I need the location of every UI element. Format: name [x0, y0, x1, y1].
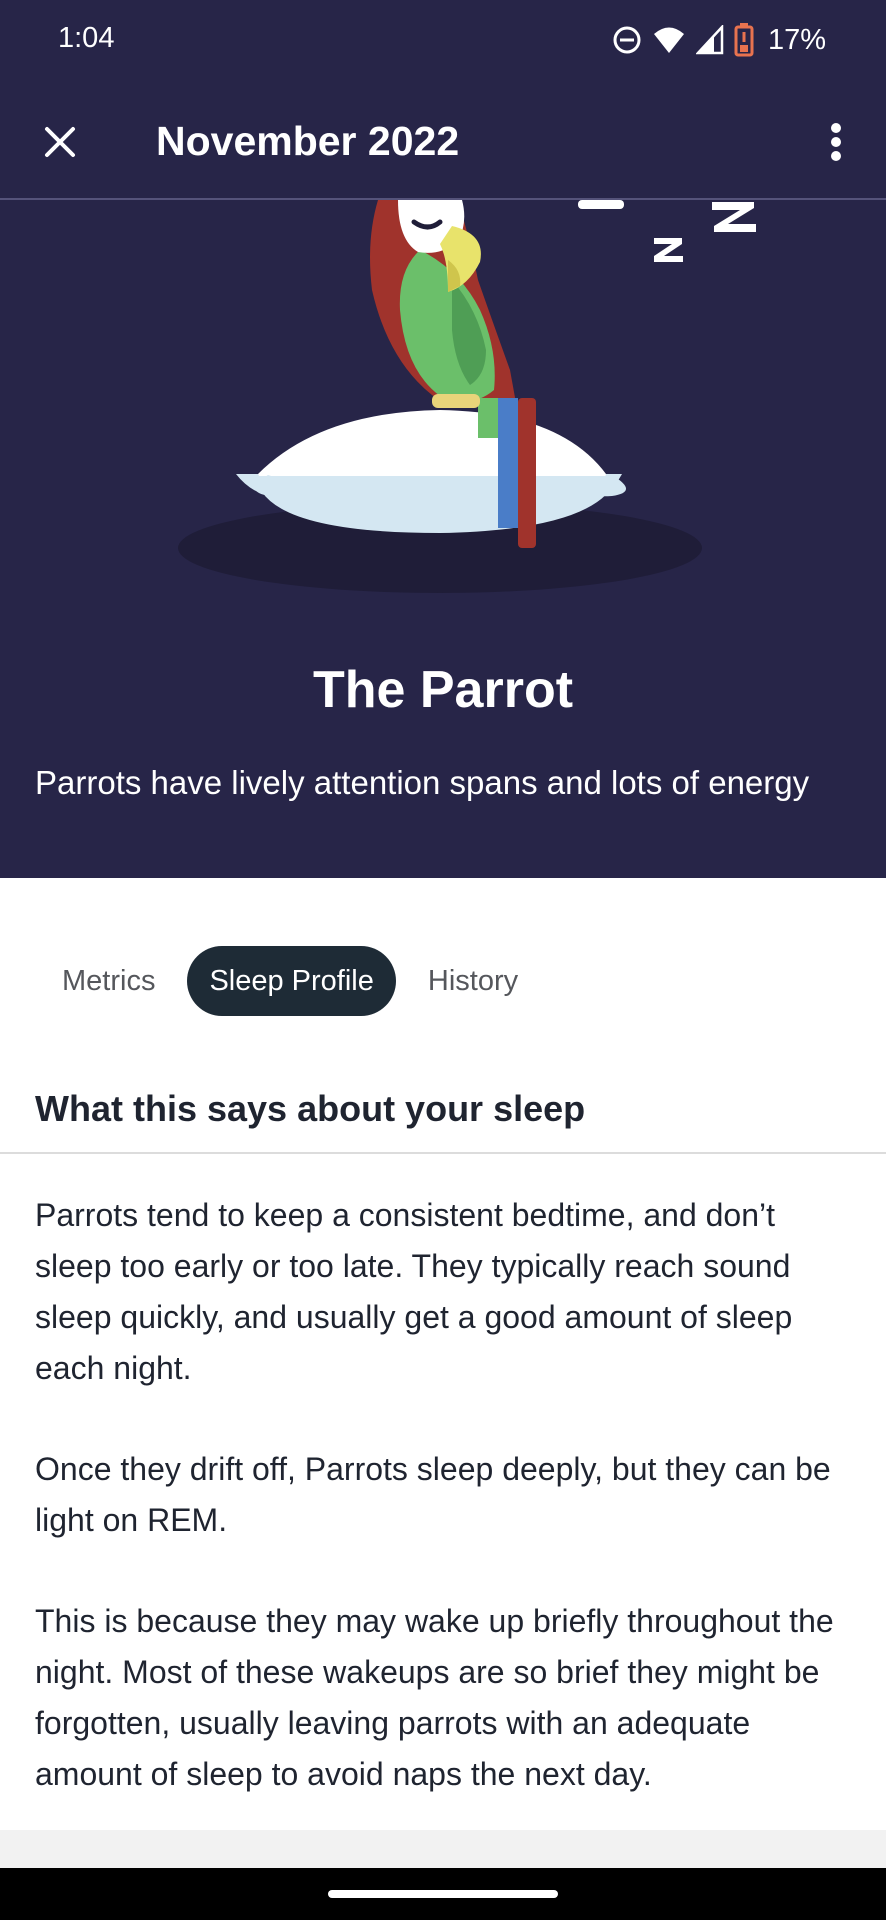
tab-bar: Metrics Sleep Profile History: [40, 946, 540, 1016]
footer-band: [0, 1830, 886, 1868]
close-button[interactable]: [30, 112, 90, 172]
status-bar: 1:04 17%: [0, 0, 886, 84]
section-divider: [0, 1152, 886, 1154]
system-nav-bar: [0, 1868, 886, 1920]
paragraph-3: This is because they may wake up briefly…: [35, 1603, 834, 1792]
hero-section: 1:04 17% November 2022 The Parrot Parrot…: [0, 0, 886, 878]
paragraph-1: Parrots tend to keep a consistent bedtim…: [35, 1197, 793, 1386]
sleep-description: Parrots tend to keep a consistent bedtim…: [35, 1190, 855, 1850]
tab-sleep-profile[interactable]: Sleep Profile: [187, 946, 396, 1016]
profile-title: The Parrot: [312, 661, 574, 719]
home-gesture-handle[interactable]: [328, 1890, 558, 1898]
close-icon: [45, 127, 75, 157]
status-icons: 17%: [612, 20, 826, 60]
app-bar: November 2022: [0, 84, 886, 200]
battery-icon: [734, 23, 754, 57]
paragraph-2: Once they drift off, Parrots sleep deepl…: [35, 1451, 831, 1538]
tab-history[interactable]: History: [406, 946, 540, 1016]
more-options-button[interactable]: [806, 112, 866, 172]
battery-percent: 17%: [767, 23, 826, 56]
parrot-illustration: [178, 200, 756, 593]
status-time: 1:04: [58, 22, 115, 54]
profile-subtitle: Parrots have lively attention spans and …: [35, 764, 810, 801]
page-title: November 2022: [156, 118, 460, 164]
wifi-icon: [653, 27, 684, 53]
section-heading: What this says about your sleep: [35, 1088, 586, 1129]
tab-metrics[interactable]: Metrics: [40, 946, 177, 1016]
more-vert-icon: [831, 123, 841, 161]
do-not-disturb-icon: [613, 26, 641, 54]
signal-icon: [695, 25, 724, 55]
